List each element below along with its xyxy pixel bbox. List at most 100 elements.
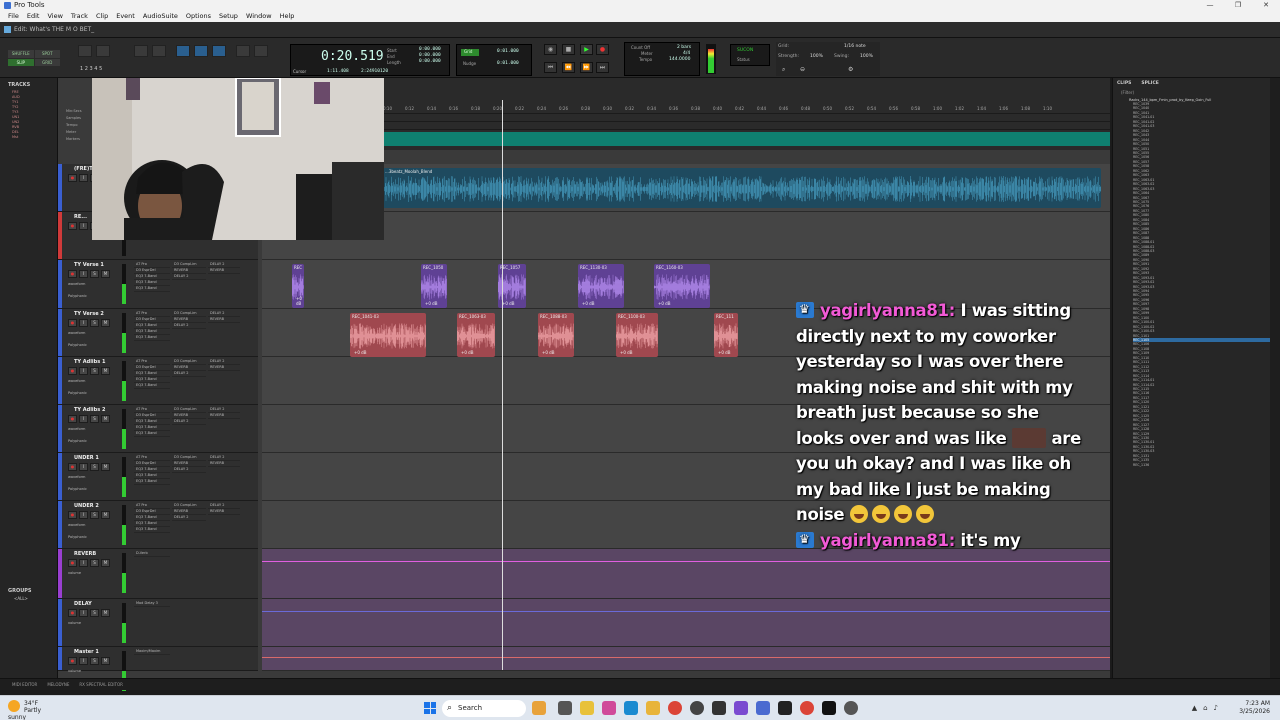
menu-event[interactable]: Event [112,11,139,22]
track-view-selector[interactable]: waveform [68,523,85,527]
send-slot[interactable]: DELAY 2 [172,467,206,473]
track-elastic-mode[interactable]: Polyphonic [68,439,87,443]
solo-button[interactable]: S [90,559,99,567]
zoomer-tool[interactable] [152,45,166,57]
solo-button[interactable]: S [90,415,99,423]
melodyne-tab[interactable]: MELODYNE [47,679,69,690]
menu-track[interactable]: Track [67,11,92,22]
menu-file[interactable]: File [4,11,23,22]
input-monitor-button[interactable]: I [79,559,88,567]
media-player-icon[interactable] [844,701,858,715]
solo-button[interactable]: S [90,657,99,665]
gear-icon[interactable]: ⚙ [848,66,853,73]
counter-length-value[interactable]: 0:00.000 [419,59,441,64]
track-lane[interactable]: ...3beatz_Moolah_Blend [262,164,1110,212]
right-scrollbar[interactable] [1270,78,1280,678]
count-off-label[interactable]: Count Off [631,45,650,50]
io-slot[interactable]: REVERB [208,413,240,419]
menu-clip[interactable]: Clip [92,11,112,22]
send-slot[interactable]: DELAY 2 [172,274,206,280]
mute-button[interactable]: M [101,511,110,519]
smart-tool-trim[interactable] [176,45,190,57]
app-icon-4[interactable] [756,701,770,715]
minsecs-ruler[interactable]: 0:10 0:12 0:14 0:16 0:18 0:20 0:22 0:24 0:26 0:28… [383,106,1110,114]
solo-button[interactable]: S [90,609,99,617]
minimize-button[interactable]: — [1196,0,1224,11]
track-view-selector[interactable]: waveform [68,331,85,335]
rec-arm-button[interactable]: ● [68,559,77,567]
smart-tool-grabber[interactable] [212,45,226,57]
pro-tools-taskbar-icon[interactable] [778,701,792,715]
tracks-list-item[interactable]: Mst [12,135,57,140]
insert-slot[interactable]: Maxim/Maxim [134,649,170,655]
io-slot[interactable]: REVERB [208,509,240,515]
track-name[interactable]: TY Verse 2 [74,311,104,317]
scrubber-tool[interactable] [236,45,250,57]
mute-button[interactable]: M [101,415,110,423]
tempo-value[interactable]: 144.0000 [669,57,690,62]
trim-tool[interactable] [134,45,148,57]
spot-mode-button[interactable]: SPOT [34,50,60,58]
midi-editor-tab[interactable]: MIDI EDITOR [12,679,37,690]
input-monitor-button[interactable]: I [79,609,88,617]
menu-view[interactable]: View [43,11,66,22]
playhead-cursor[interactable] [502,100,503,670]
app-icon-1[interactable] [602,701,616,715]
audio-clip[interactable]: REC_111 +0 dB [714,313,738,357]
clips-filter[interactable]: (Filter) [1113,90,1270,98]
track-view-selector[interactable]: volume [68,571,81,575]
insert-slot[interactable]: D-Verb [134,551,170,557]
swing-value[interactable]: 100% [860,54,873,59]
audio-clip[interactable]: REC_1088-03 +0 dB [538,313,574,357]
solo-button[interactable]: S [90,463,99,471]
system-tray-icons[interactable]: ▲⌂♪ [1192,704,1224,712]
track-name[interactable]: RE... [74,214,87,220]
rec-arm-button[interactable]: ● [68,270,77,278]
app-icon-3[interactable] [734,701,748,715]
track-view-selector[interactable]: waveform [68,379,85,383]
rec-arm-button[interactable]: ● [68,367,77,375]
send-slot[interactable]: DELAY 2 [172,323,206,329]
widgets-icon[interactable] [532,701,546,715]
grid-value[interactable]: 0:01.000 [497,49,519,54]
zoom-presets[interactable]: 1 2 3 4 5 [80,66,102,72]
track-name[interactable]: TY Verse 1 [74,262,104,268]
audio-clip[interactable]: REC_1160-03 +0 dB [654,264,710,308]
mute-button[interactable]: M [101,559,110,567]
grid-toggle[interactable]: Grid [461,49,479,56]
counter-end-value[interactable]: 0:00.000 [419,53,441,58]
audio-clip[interactable]: REC_1063-03 +0 dB [457,313,495,357]
track-view-selector[interactable]: volume [68,621,81,625]
rec-arm-button[interactable]: ● [68,222,77,230]
insert-slot[interactable]: EQ3 7-Band [134,431,170,437]
track-view-selector[interactable]: waveform [68,475,85,479]
audio-clip[interactable]: REC_1130-03 +0 dB [578,264,624,308]
input-monitor-button[interactable]: I [79,270,88,278]
mute-button[interactable]: M [101,463,110,471]
input-monitor-button[interactable]: I [79,657,88,665]
mute-button[interactable]: M [101,270,110,278]
obs-icon[interactable] [690,701,704,715]
track-name[interactable]: UNDER 2 [74,503,99,509]
input-monitor-button[interactable]: I [79,511,88,519]
insert-slot[interactable]: EQ3 7-Band [134,383,170,389]
track-name[interactable]: TY Adlibs 2 [74,407,105,413]
fast-forward-button[interactable]: ⏩ [580,62,593,73]
task-view-icon[interactable] [558,701,572,715]
rec-arm-button[interactable]: ● [68,319,77,327]
file-explorer-icon[interactable] [580,701,594,715]
track-lane[interactable] [262,647,1110,671]
track-name[interactable]: Master 1 [74,649,99,655]
io-slot[interactable]: REVERB [208,317,240,323]
timeline-rulers[interactable]: 0:10 0:12 0:14 0:16 0:18 0:20 0:22 0:24 0:26 0:28… [383,78,1110,150]
track-name[interactable]: TY Adlibs 1 [74,359,105,365]
insert-slot[interactable]: Mod Delay 3 [134,601,170,607]
solo-button[interactable]: S [90,270,99,278]
capcut-icon[interactable] [822,701,836,715]
main-counter[interactable]: 0:20.519 Start End Length 0:00.000 0:00.… [290,44,450,76]
automation-line[interactable] [262,657,1110,658]
clock[interactable]: 7:23 AM 3/25/2026 [1239,700,1270,716]
input-monitor-button[interactable]: I [79,174,88,182]
rx-spectral-editor-tab[interactable]: RX SPECTRAL EDITOR [79,679,123,690]
clip-list-item[interactable]: REC_1136 [1133,463,1270,467]
